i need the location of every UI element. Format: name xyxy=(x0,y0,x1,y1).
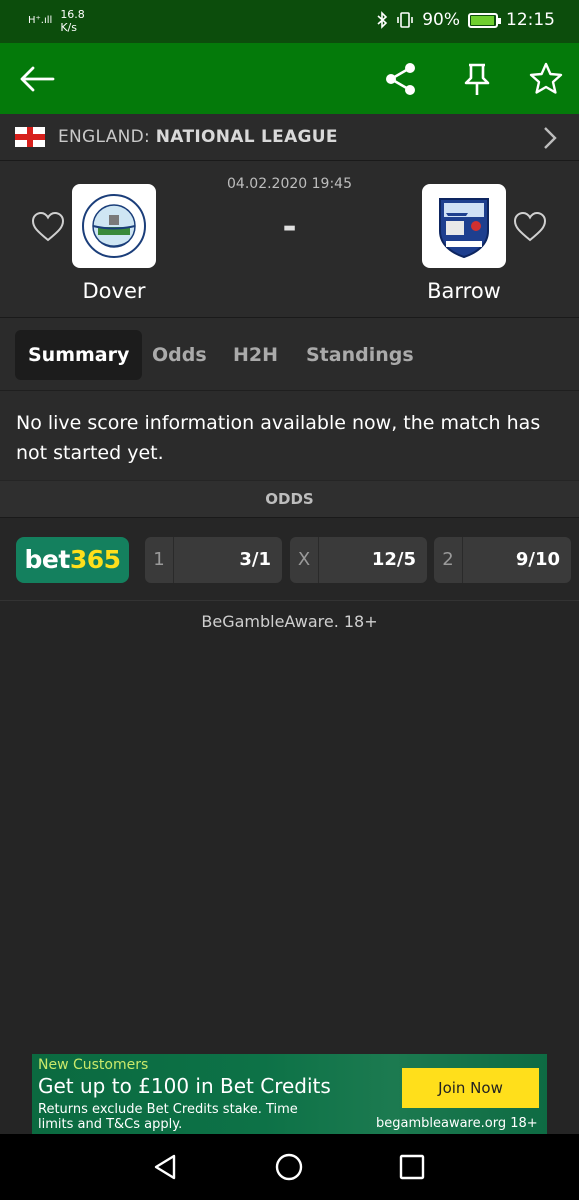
status-left: H⁺.ıll 16.8 K/s xyxy=(28,8,85,34)
signal-icon: H⁺.ıll xyxy=(28,15,53,26)
tab-standings[interactable]: Standings xyxy=(306,330,414,380)
circle-home-icon xyxy=(275,1153,303,1181)
league-country: ENGLAND: xyxy=(58,127,151,147)
back-button[interactable] xyxy=(18,60,56,98)
network-speed-unit: K/s xyxy=(60,21,77,34)
odds-label: 1 xyxy=(145,537,174,583)
triangle-back-icon xyxy=(154,1154,176,1180)
away-team-name[interactable]: Barrow xyxy=(394,279,534,303)
share-icon xyxy=(386,63,415,95)
home-team-name[interactable]: Dover xyxy=(44,279,184,303)
join-now-button[interactable]: Join Now xyxy=(402,1068,539,1108)
odds-away-button[interactable]: 2 9/10 xyxy=(434,537,571,583)
battery-percent: 90% xyxy=(422,10,460,30)
vibrate-icon xyxy=(397,12,414,28)
arrow-left-icon xyxy=(20,66,55,92)
square-recents-icon xyxy=(399,1154,425,1180)
odds-label: X xyxy=(290,537,319,583)
nav-home-button[interactable] xyxy=(272,1150,306,1184)
league-title: ENGLAND: NATIONAL LEAGUE xyxy=(58,127,338,147)
bet365-logo-part2: 365 xyxy=(69,545,121,574)
away-team-crest[interactable] xyxy=(422,184,506,268)
home-team-crest[interactable] xyxy=(72,184,156,268)
ad-title: Get up to £100 in Bet Credits xyxy=(38,1074,331,1098)
league-bar[interactable]: ENGLAND: NATIONAL LEAGUE xyxy=(0,114,579,161)
odds-draw-button[interactable]: X 12/5 xyxy=(290,537,427,583)
bet365-logo-part1: bet xyxy=(24,545,71,574)
odds-row: bet365 1 3/1 X 12/5 2 9/10 xyxy=(0,518,579,601)
barrow-afc-crest-icon xyxy=(439,198,489,259)
ad-banner[interactable]: New Customers Get up to £100 in Bet Cred… xyxy=(32,1054,547,1134)
england-flag-icon xyxy=(15,127,45,147)
gamble-aware-notice[interactable]: BeGambleAware. 18+ xyxy=(0,612,579,631)
ad-begambleaware: begambleaware.org 18+ xyxy=(376,1116,538,1131)
bluetooth-icon xyxy=(377,11,388,29)
network-speed: 16.8 K/s xyxy=(60,8,85,34)
nav-recents-button[interactable] xyxy=(395,1150,429,1184)
home-favorite-heart-icon[interactable] xyxy=(31,211,65,243)
dover-athletic-crest-icon xyxy=(82,194,146,258)
odds-section-header: ODDS xyxy=(0,481,579,518)
tab-summary[interactable]: Summary xyxy=(15,330,143,380)
odds-label: 2 xyxy=(434,537,463,583)
tab-h2h[interactable]: H2H xyxy=(233,330,278,380)
battery-icon xyxy=(468,12,501,28)
tab-odds[interactable]: Odds xyxy=(152,330,207,380)
match-header: 04.02.2020 19:45 - Dover Barrow xyxy=(0,161,579,318)
network-speed-value: 16.8 xyxy=(60,8,85,21)
system-nav-bar xyxy=(0,1134,579,1200)
battery-fill xyxy=(471,15,495,25)
odds-value: 3/1 xyxy=(239,549,271,570)
ad-new-customers: New Customers xyxy=(38,1057,149,1073)
chevron-right-icon xyxy=(544,127,557,149)
away-favorite-heart-icon[interactable] xyxy=(513,211,547,243)
status-right: 90% 12:15 xyxy=(376,10,555,30)
nav-back-button[interactable] xyxy=(148,1150,182,1184)
share-button[interactable] xyxy=(382,60,420,98)
pin-icon xyxy=(464,63,490,95)
no-live-score-message: No live score information available now,… xyxy=(0,390,579,480)
favorite-button[interactable] xyxy=(527,60,565,98)
app-bar xyxy=(0,43,579,114)
odds-home-button[interactable]: 1 3/1 xyxy=(145,537,282,583)
match-tabs: Summary Odds H2H Standings xyxy=(0,318,579,390)
star-outline-icon xyxy=(529,62,563,94)
league-name: NATIONAL LEAGUE xyxy=(155,127,338,147)
odds-value: 12/5 xyxy=(371,549,416,570)
clock: 12:15 xyxy=(506,10,555,30)
pin-button[interactable] xyxy=(458,60,496,98)
odds-value: 9/10 xyxy=(515,549,560,570)
status-bar: H⁺.ıll 16.8 K/s 90% 12:15 xyxy=(0,0,579,43)
ad-terms: Returns exclude Bet Credits stake. Time … xyxy=(38,1102,298,1132)
bet365-logo[interactable]: bet365 xyxy=(16,537,129,583)
